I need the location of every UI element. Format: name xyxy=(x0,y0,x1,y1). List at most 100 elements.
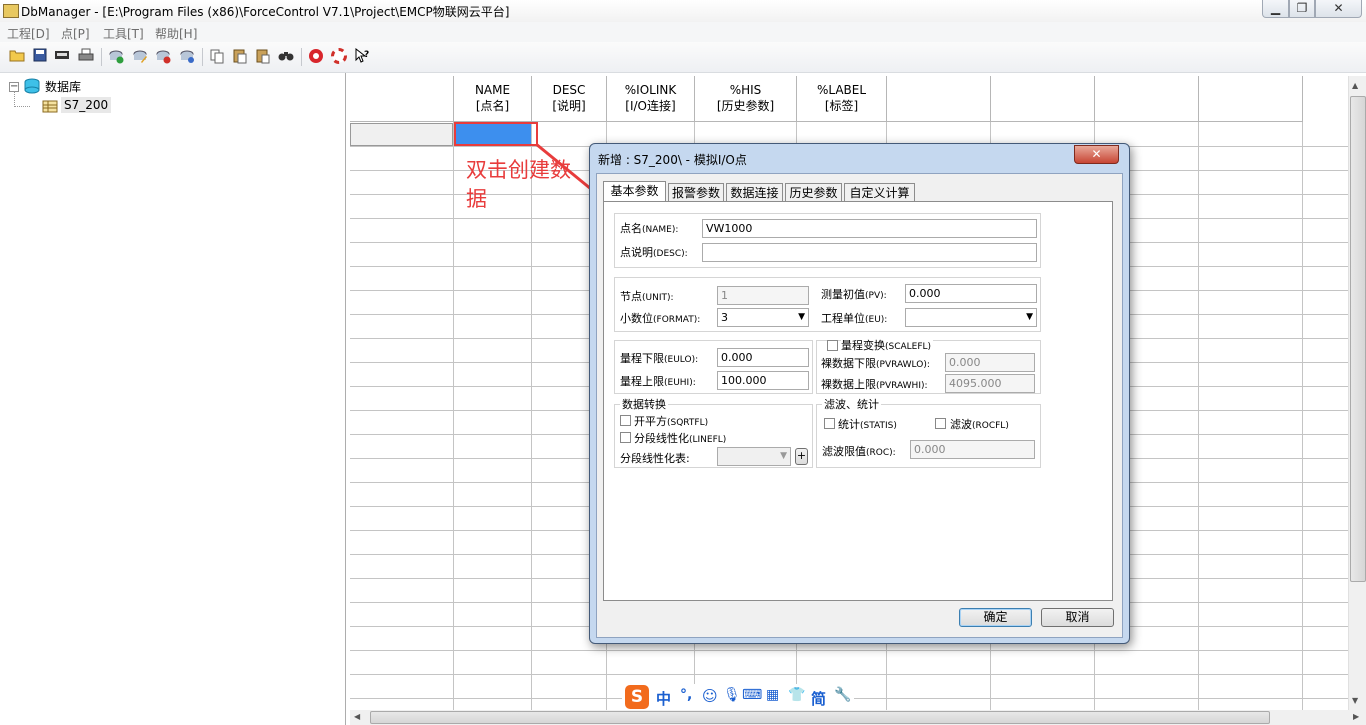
pvrawhi-input[interactable]: 4095.000 xyxy=(945,374,1035,393)
skin-shirt-icon[interactable]: 👕 xyxy=(788,687,805,703)
menu-tools[interactable]: 工具[T] xyxy=(103,25,144,42)
ok-button[interactable]: 确定 xyxy=(959,608,1032,627)
scroll-thumb[interactable] xyxy=(370,711,1270,724)
keyboard-icon[interactable]: ⌨ xyxy=(742,687,762,703)
pvrawlo-input[interactable]: 0.000 xyxy=(945,353,1035,372)
filter-group-title: 滤波、统计 xyxy=(822,396,881,412)
database-icon xyxy=(23,78,41,94)
new-point-dialog: 新增 : S7_200\ - 模拟I/O点 ✕ 基本参数 报警参数 数据连接 历… xyxy=(589,143,1130,644)
print-icon[interactable] xyxy=(77,48,95,66)
tree-item-s7-200[interactable]: S7_200 xyxy=(61,97,112,113)
save-icon[interactable] xyxy=(31,48,49,66)
context-help-icon[interactable]: ? xyxy=(353,47,371,66)
column-header-empty[interactable] xyxy=(887,76,991,122)
paste-special-icon[interactable] xyxy=(254,48,272,66)
name-group: 点名(NAME): VW1000 点说明(DESC): xyxy=(614,213,1041,268)
scroll-left-icon[interactable]: ◀ xyxy=(354,712,360,721)
pv-input[interactable]: 0.000 xyxy=(905,284,1037,303)
format-label-text: 小数位 xyxy=(620,312,653,325)
column-header-name[interactable]: NAME [点名] xyxy=(454,76,532,122)
horizontal-scrollbar[interactable]: ◀ ▶ xyxy=(350,710,1366,725)
add-point-icon[interactable] xyxy=(107,48,125,66)
print-preview-icon[interactable] xyxy=(53,48,71,66)
name-input[interactable]: VW1000 xyxy=(702,219,1037,238)
euhi-input[interactable]: 100.000 xyxy=(717,371,809,390)
paste-icon[interactable] xyxy=(231,48,249,66)
ime-mode-chinese[interactable]: 中 xyxy=(656,688,671,709)
column-header-line2: [标签] xyxy=(824,99,859,113)
statis-checkbox[interactable] xyxy=(824,418,835,429)
app-icon xyxy=(3,4,19,18)
column-header-empty[interactable] xyxy=(991,76,1095,122)
wrench-icon[interactable]: 🔧 xyxy=(834,687,851,703)
add-linetab-button[interactable]: + xyxy=(795,448,808,465)
vertical-scrollbar[interactable]: ▲ ▼ xyxy=(1348,76,1366,710)
row-header-selected[interactable] xyxy=(350,123,453,146)
menu-bar: 工程[D] 点[P] 工具[T] 帮助[H] xyxy=(0,22,1366,42)
cancel-button[interactable]: 取消 xyxy=(1041,608,1114,627)
linetab-select[interactable]: ▼ xyxy=(717,447,791,466)
scroll-thumb[interactable] xyxy=(1350,96,1366,582)
tab-alarm-params[interactable]: 报警参数 xyxy=(668,183,724,201)
column-header-his[interactable]: %HIS [历史参数] xyxy=(695,76,797,122)
conversion-group-title: 数据转换 xyxy=(620,396,668,412)
emoji-icon[interactable]: ☺ xyxy=(702,687,718,705)
format-label: 小数位(FORMAT): xyxy=(620,310,700,326)
tab-data-connection[interactable]: 数据连接 xyxy=(726,183,783,201)
column-header-iolink[interactable]: %IOLINK [I/O连接] xyxy=(607,76,695,122)
eu-select[interactable]: ▼ xyxy=(905,308,1037,327)
microphone-icon[interactable]: 🎙 xyxy=(723,687,741,703)
find-point-icon[interactable] xyxy=(178,48,196,66)
binoculars-icon[interactable] xyxy=(277,48,295,66)
sqrtfl-checkbox[interactable] xyxy=(620,415,631,426)
scroll-down-icon[interactable]: ▼ xyxy=(1352,696,1358,705)
sogou-logo-icon[interactable]: S xyxy=(625,685,649,709)
stop-icon[interactable] xyxy=(307,48,325,66)
tab-custom-calc[interactable]: 自定义计算 xyxy=(844,183,915,201)
scroll-up-icon[interactable]: ▲ xyxy=(1352,81,1358,90)
scalefl-checkbox[interactable] xyxy=(827,340,838,351)
scroll-right-icon[interactable]: ▶ xyxy=(1353,712,1359,721)
tree-root-label[interactable]: 数据库 xyxy=(45,78,81,95)
column-header-empty[interactable] xyxy=(1199,76,1303,122)
unit-input[interactable]: 1 xyxy=(717,286,809,305)
conversion-group: 数据转换 开平方(SQRTFL) 分段线性化(LINEFL) 分段线性化表: ▼… xyxy=(614,396,813,468)
edit-point-icon[interactable] xyxy=(131,48,149,66)
minimize-button[interactable]: ▁ xyxy=(1262,0,1289,18)
format-select[interactable]: 3 ▼ xyxy=(717,308,809,327)
euhi-label-tag: (EUHI): xyxy=(664,378,696,388)
unit-label-tag: (UNIT): xyxy=(642,293,674,303)
close-button[interactable]: ✕ xyxy=(1315,0,1362,18)
ime-simplified[interactable]: 简 xyxy=(811,688,826,709)
eu-label-tag: (EU): xyxy=(865,315,888,325)
open-folder-icon[interactable] xyxy=(8,48,26,66)
column-header-line2: [点名] xyxy=(475,99,510,113)
column-header-label[interactable]: %LABEL [标签] xyxy=(797,76,887,122)
menu-project[interactable]: 工程[D] xyxy=(7,25,50,42)
unit-group: 节点(UNIT): 1 小数位(FORMAT): 3 ▼ 测量初值(PV): 0.… xyxy=(614,277,1041,332)
delete-point-icon[interactable] xyxy=(154,48,172,66)
menu-help[interactable]: 帮助[H] xyxy=(155,25,197,42)
rocfl-checkbox[interactable] xyxy=(935,418,946,429)
menu-point[interactable]: 点[P] xyxy=(61,25,90,42)
eulo-input[interactable]: 0.000 xyxy=(717,348,809,367)
column-header-empty[interactable] xyxy=(1095,76,1199,122)
roc-input[interactable]: 0.000 xyxy=(910,440,1035,459)
tab-history-params[interactable]: 历史参数 xyxy=(785,183,842,201)
rocfl-label-tag: (ROCFL) xyxy=(972,421,1009,431)
desc-input[interactable] xyxy=(702,243,1037,262)
ime-punctuation[interactable]: °, xyxy=(680,687,692,703)
rocfl-label: 滤波(ROCFL) xyxy=(950,416,1009,432)
column-header-desc[interactable]: DESC [说明] xyxy=(532,76,607,122)
tab-basic-params[interactable]: 基本参数 xyxy=(603,181,666,201)
linefl-checkbox[interactable] xyxy=(620,432,631,443)
dialog-close-button[interactable]: ✕ xyxy=(1074,145,1119,164)
eu-label: 工程单位(EU): xyxy=(821,310,887,326)
grid-line xyxy=(350,674,1348,675)
toolbar-separator xyxy=(301,48,302,66)
copy-icon[interactable] xyxy=(208,48,226,66)
toolbox-icon[interactable]: ▦ xyxy=(766,687,779,703)
help-lifebuoy-icon[interactable] xyxy=(330,48,348,66)
toolbar-separator xyxy=(202,48,203,66)
maximize-button[interactable]: ❐ xyxy=(1289,0,1315,18)
